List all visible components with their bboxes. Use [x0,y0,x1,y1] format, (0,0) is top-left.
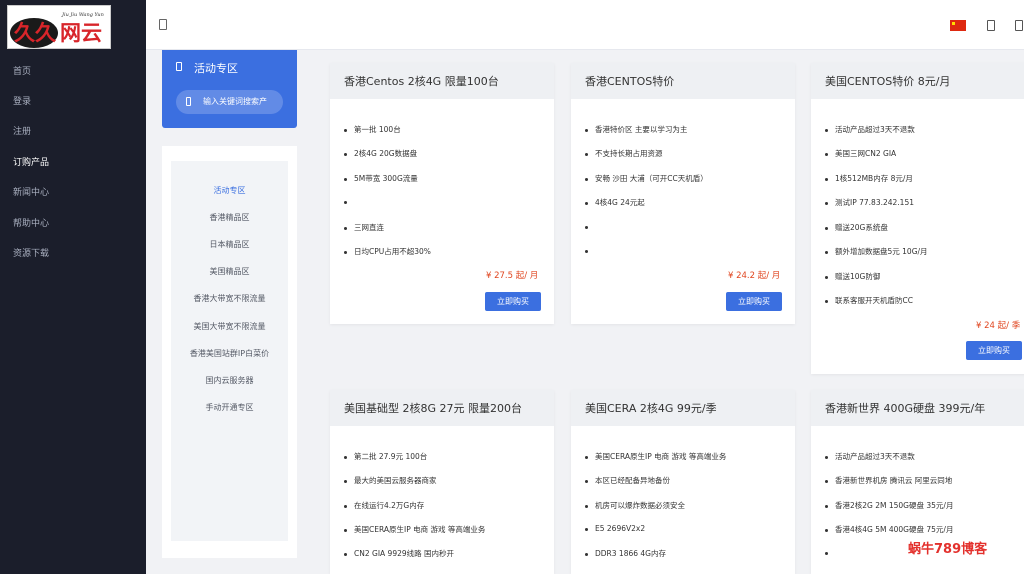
feature-item [825,548,835,557]
price: ¥ 24.2 起/ 月 [728,271,781,281]
svg-text:久久: 久久 [14,20,56,45]
category-list: 活动专区 香港精品区 日本精品区 美国精品区 香港大带宽不限流量 美国大带宽不限… [171,161,288,541]
watermark: 蜗牛789博客 [908,542,988,557]
svg-text:网云: 网云 [60,20,102,45]
feature-item: 美国三网CN2 GIA [825,148,896,159]
top-bar [146,0,1024,50]
svg-text:Jiu Jiu Wang Yun: Jiu Jiu Wang Yun [61,12,104,18]
category-item-domestic[interactable]: 国内云服务器 [171,375,288,386]
product-card: 香港CENTOS特价 香港特价区 主要以学习为主 不支持长期占用资源 安畅 沙田… [571,63,795,324]
card-header: 美国基础型 2核8G 27元 限量200台 [330,390,554,426]
search-input[interactable]: 输入关键词搜索产 [176,90,283,114]
feature-item [344,197,354,206]
card-title: 香港Centos 2核4G 限量100台 [344,75,499,88]
card-title: 香港新世界 400G硬盘 399元/年 [825,402,986,415]
card-header: 香港新世界 400G硬盘 399元/年 [811,390,1024,426]
feature-item: 本区已经配备异地备份 [585,475,670,486]
nav-home[interactable]: 首页 [13,65,31,79]
nav-login[interactable]: 登录 [13,95,31,109]
card-header: 美国CERA 2核4G 99元/季 [571,390,795,426]
feature-item: 机房可以爆炸数据必须安全 [585,500,685,511]
feature-item: DDR3 1866 4G内存 [585,548,666,559]
buy-button[interactable]: 立即购买 [726,292,782,311]
feature-item: 日均CPU占用不超30% [344,246,431,257]
category-item-us-bandwidth[interactable]: 美国大带宽不限流量 [171,321,288,332]
search-placeholder: 输入关键词搜索产 [203,97,267,106]
nav-register[interactable]: 注册 [13,125,31,139]
card-title: 美国CENTOS特价 8元/月 [825,75,951,88]
category-item-activity[interactable]: 活动专区 [171,185,288,196]
feature-item: 最大的美国云服务器商家 [344,475,437,486]
category-item-site-group-ip[interactable]: 香港美国站群IP白菜价 [171,348,288,359]
notification-icon[interactable] [987,20,995,31]
feature-item: 第二批 27.9元 100台 [344,451,427,462]
feature-item [585,246,595,255]
card-title: 香港CENTOS特价 [585,75,675,88]
nav-news[interactable]: 新闻中心 [13,186,49,200]
promo-title: 活动专区 [194,62,238,75]
category-item-hk[interactable]: 香港精品区 [171,212,288,223]
feature-item: 美国CERA原生IP 电商 游戏 等高端业务 [344,524,485,535]
product-card: 香港Centos 2核4G 限量100台 第一批 100台 2核4G 20G数据… [330,63,554,324]
search-icon [186,97,191,106]
product-card: 美国基础型 2核8G 27元 限量200台 第二批 27.9元 100台 最大的… [330,390,554,574]
card-header: 香港Centos 2核4G 限量100台 [330,63,554,99]
category-item-manual[interactable]: 手动开通专区 [171,402,288,413]
nav-help[interactable]: 帮助中心 [13,217,49,231]
card-title: 美国基础型 2核8G 27元 限量200台 [344,402,523,415]
feature-item: 活动产品超过3天不退款 [825,451,915,462]
nav-order-products[interactable]: 订购产品 [13,156,49,170]
feature-item: CN2 GIA 9929线路 国内秒开 [344,548,454,559]
product-card: 美国CENTOS特价 8元/月 活动产品超过3天不退款 美国三网CN2 GIA … [811,63,1024,374]
feature-item: 赠送20G系统盘 [825,222,888,233]
site-logo[interactable]: 久久 网云 Jiu Jiu Wang Yun [7,5,111,49]
feature-item: 香港4核4G 5M 400G硬盘 75元/月 [825,524,953,535]
feature-item: 2核4G 20G数据盘 [344,148,417,159]
feature-item: 三网直连 [344,222,384,233]
card-title: 美国CERA 2核4G 99元/季 [585,402,717,415]
feature-item: 不支持长期占用资源 [585,148,663,159]
feature-item: 香港特价区 主要以学习为主 [585,124,687,135]
feature-item: 测试IP 77.83.242.151 [825,197,914,208]
card-header: 香港CENTOS特价 [571,63,795,99]
feature-item: E5 2696V2x2 [585,524,645,533]
user-icon[interactable] [1015,20,1023,31]
feature-item: 赠送10G防御 [825,271,880,282]
feature-item: 安畅 沙田 大浦（可开CC天机盾） [585,173,708,184]
product-card: 美国CERA 2核4G 99元/季 美国CERA原生IP 电商 游戏 等高端业务… [571,390,795,574]
feature-item: 4核4G 24元起 [585,197,645,208]
promo-icon [176,62,182,71]
buy-button[interactable]: 立即购买 [485,292,541,311]
feature-item: 1核512MB内存 8元/月 [825,173,913,184]
category-panel: 活动专区 香港精品区 日本精品区 美国精品区 香港大带宽不限流量 美国大带宽不限… [162,146,297,558]
card-header: 美国CENTOS特价 8元/月 [811,63,1024,99]
feature-item: 在线运行4.2万G内存 [344,500,424,511]
feature-item: 第一批 100台 [344,124,401,135]
promo-panel: 活动专区 输入关键词搜索产 [162,50,297,128]
sidebar: 久久 网云 Jiu Jiu Wang Yun 首页 登录 注册 订购产品 新闻中… [0,0,146,574]
nav-downloads[interactable]: 资源下载 [13,247,49,261]
china-flag-icon[interactable] [950,20,966,31]
feature-item: 活动产品超过3天不退款 [825,124,915,135]
category-item-hk-bandwidth[interactable]: 香港大带宽不限流量 [171,293,288,304]
buy-button[interactable]: 立即购买 [966,341,1022,360]
price: ¥ 24 起/ 季 [976,321,1021,331]
price: ¥ 27.5 起/ 月 [486,271,539,281]
feature-item: 香港2核2G 2M 150G硬盘 35元/月 [825,500,953,511]
feature-item: 额外增加数据盘5元 10G/月 [825,246,928,257]
feature-item: 联系客服开天机盾防CC [825,295,913,306]
feature-item [585,222,595,231]
feature-item: 5M带宽 300G流量 [344,173,418,184]
category-item-jp[interactable]: 日本精品区 [171,239,288,250]
menu-toggle-icon[interactable] [159,19,167,30]
category-item-us[interactable]: 美国精品区 [171,266,288,277]
feature-item: 香港新世界机房 腾讯云 阿里云同地 [825,475,952,486]
feature-item: 美国CERA原生IP 电商 游戏 等高端业务 [585,451,726,462]
